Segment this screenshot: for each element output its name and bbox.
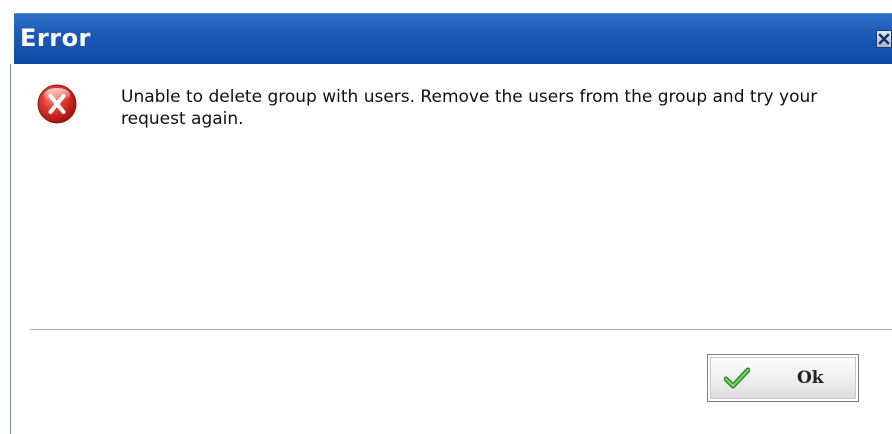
ok-button[interactable]: Ok — [707, 354, 859, 402]
error-message: Unable to delete group with users. Remov… — [121, 87, 818, 129]
checkmark-icon — [723, 367, 751, 389]
close-icon — [877, 31, 891, 47]
dialog-left-border — [10, 64, 11, 434]
error-icon — [36, 83, 78, 125]
close-button[interactable] — [876, 30, 892, 48]
dialog-title: Error — [20, 24, 91, 52]
ok-button-label: Ok — [797, 368, 824, 388]
dialog-divider — [30, 329, 892, 331]
error-dialog: Error Unable to delete group with users.… — [0, 0, 892, 434]
dialog-titlebar[interactable]: Error — [14, 13, 892, 64]
